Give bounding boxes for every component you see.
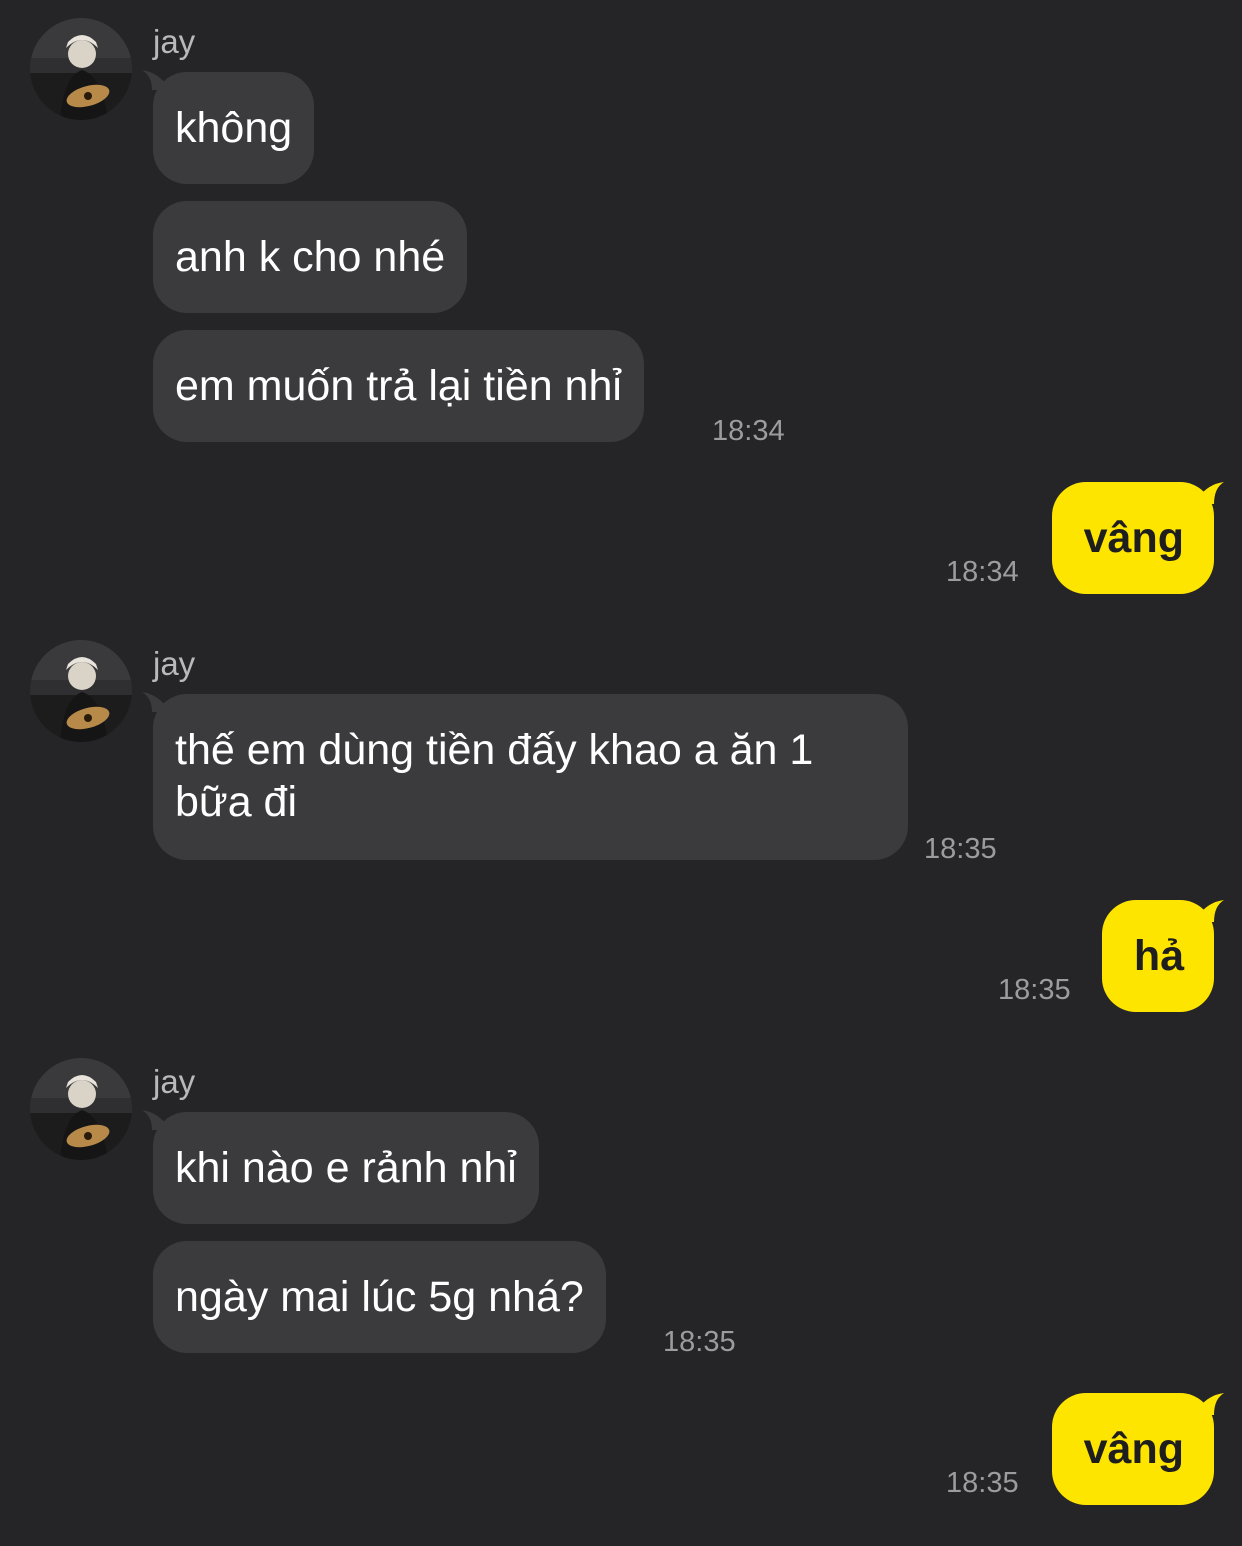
sender-avatar[interactable] xyxy=(30,18,132,120)
incoming-message[interactable]: khi nào e rảnh nhỉ xyxy=(153,1112,539,1224)
incoming-message[interactable]: ngày mai lúc 5g nhá? xyxy=(153,1241,606,1353)
message-timestamp: 18:35 xyxy=(946,1467,1019,1499)
outgoing-message[interactable]: vâng xyxy=(1051,482,1214,594)
outgoing-message[interactable]: vâng xyxy=(1051,1393,1214,1505)
outgoing-message[interactable]: hả xyxy=(1101,900,1214,1012)
incoming-message[interactable]: anh k cho nhé xyxy=(153,201,468,313)
incoming-message[interactable]: không xyxy=(153,72,315,184)
message-timestamp: 18:34 xyxy=(946,556,1019,588)
sender-avatar[interactable] xyxy=(30,1058,132,1160)
message-timestamp: 18:34 xyxy=(712,415,785,447)
message-timestamp: 18:35 xyxy=(924,833,997,865)
avatar-photo-icon xyxy=(30,1058,132,1160)
sender-avatar[interactable] xyxy=(30,640,132,742)
incoming-message[interactable]: thế em dùng tiền đấy khao a ăn 1 bữa đi xyxy=(153,694,908,860)
avatar-photo-icon xyxy=(30,18,132,120)
incoming-message[interactable]: em muốn trả lại tiền nhỉ xyxy=(153,330,644,442)
avatar-photo-icon xyxy=(30,640,132,742)
message-timestamp: 18:35 xyxy=(663,1326,736,1358)
sender-name: jay xyxy=(153,23,196,60)
sender-name: jay xyxy=(153,645,196,682)
sender-name: jay xyxy=(153,1063,196,1100)
message-timestamp: 18:35 xyxy=(998,974,1071,1006)
